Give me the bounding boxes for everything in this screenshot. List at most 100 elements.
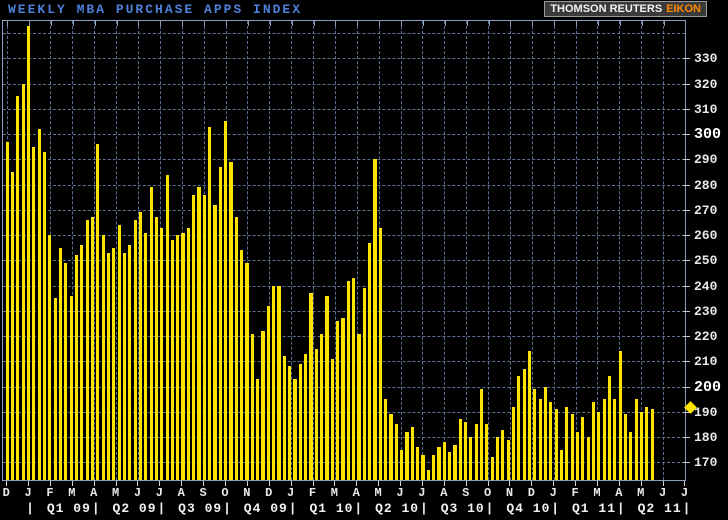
y-tick-mark	[683, 386, 690, 388]
quarter-label: Q1 11	[572, 501, 617, 516]
bar	[565, 406, 569, 480]
bar	[133, 219, 137, 480]
bar	[458, 419, 462, 480]
bar	[277, 285, 281, 480]
bar	[5, 141, 9, 480]
bar	[378, 227, 382, 480]
y-tick-mark	[683, 83, 690, 85]
month-label: N	[505, 486, 514, 500]
bar	[352, 278, 356, 480]
y-tick-label: 240	[683, 278, 728, 295]
thomson-reuters-eikon-badge: THOMSON REUTERS EIKON	[544, 1, 707, 17]
month-label: A	[352, 486, 360, 500]
quarter-separator: |	[485, 501, 494, 516]
gridline-horizontal	[3, 134, 685, 136]
month-label: F	[308, 486, 317, 500]
bar	[623, 414, 628, 480]
top-axis-tick	[444, 21, 446, 26]
month-label: F	[571, 486, 579, 500]
bar	[389, 414, 393, 480]
bar	[586, 437, 590, 480]
bar	[266, 305, 270, 480]
month-label: J	[396, 486, 404, 500]
y-tick-mark	[683, 260, 690, 262]
top-axis-tick	[422, 21, 424, 26]
y-tick-mark	[683, 108, 690, 110]
bar	[634, 399, 638, 480]
bar	[101, 235, 105, 480]
y-tick-mark	[683, 159, 690, 161]
y-tick-label: 300	[683, 126, 728, 143]
bar	[224, 121, 228, 480]
month-label: J	[658, 486, 667, 500]
top-axis-tick	[619, 21, 621, 26]
top-axis-tick	[247, 21, 249, 26]
top-axis-tick	[379, 21, 381, 26]
chart-title: WEEKLY MBA PURCHASE APPS INDEX	[8, 2, 303, 17]
quarter-label: Q2 09	[112, 501, 157, 516]
y-tick-label: 290	[683, 151, 728, 168]
month-label: J	[680, 486, 689, 500]
y-tick-value: 200	[694, 378, 722, 396]
bar	[479, 389, 484, 480]
gridline-horizontal	[3, 159, 685, 161]
y-tick-value: 210	[694, 354, 718, 370]
month-label: A	[177, 486, 185, 500]
bar	[581, 416, 585, 480]
y-tick-mark	[683, 310, 690, 312]
top-axis-tick	[576, 21, 578, 26]
bar	[138, 212, 143, 480]
bar	[197, 187, 201, 480]
bar	[368, 242, 372, 480]
quarter-label: Q3 09	[178, 501, 223, 516]
month-label: A	[615, 486, 623, 500]
bar	[144, 232, 148, 480]
month-label: S	[199, 486, 207, 500]
gridline-horizontal	[3, 108, 685, 110]
y-tick-value: 190	[694, 404, 718, 420]
month-label: J	[155, 486, 163, 500]
bar	[96, 144, 100, 480]
bar	[26, 25, 31, 480]
y-tick-value: 280	[694, 177, 718, 193]
month-label: D	[265, 486, 273, 500]
bar	[176, 235, 180, 480]
bar	[527, 351, 532, 480]
bar	[325, 295, 329, 480]
y-tick-value: 220	[694, 329, 718, 345]
gridline-horizontal	[3, 83, 685, 85]
quarter-label: Q2 11	[637, 501, 682, 516]
bar	[229, 161, 233, 480]
x-axis-month-labels: DJFMAMJJASONDJFMAMJJASONDJFMAMJJ	[2, 486, 692, 500]
month-label: J	[133, 486, 142, 500]
y-tick-mark	[683, 184, 690, 186]
quarter-separator: |	[616, 501, 625, 516]
month-label: J	[24, 486, 32, 500]
top-axis-tick	[226, 21, 227, 26]
bar	[53, 298, 57, 480]
bar	[330, 358, 334, 480]
y-tick-mark	[683, 285, 690, 287]
y-tick-value: 240	[694, 278, 718, 294]
bar	[42, 151, 47, 480]
bar	[522, 368, 526, 480]
y-tick-label: 200	[683, 378, 728, 396]
bar	[314, 348, 318, 480]
month-label: D	[527, 486, 535, 500]
bar	[575, 432, 580, 480]
month-label: J	[287, 486, 295, 500]
bar	[341, 318, 345, 480]
plot-area[interactable]	[2, 20, 687, 481]
bar	[602, 399, 606, 480]
bar	[160, 227, 164, 480]
bar	[543, 386, 548, 480]
bar	[85, 219, 89, 480]
gridline-horizontal	[3, 184, 685, 186]
bar	[639, 411, 644, 480]
eikon-chart-screen: WEEKLY MBA PURCHASE APPS INDEX THOMSON R…	[0, 0, 728, 520]
bar	[517, 376, 521, 480]
y-tick-value: 270	[694, 202, 718, 218]
month-label: S	[462, 486, 470, 500]
bar	[490, 457, 494, 480]
quarter-label: Q3 10	[440, 501, 485, 516]
